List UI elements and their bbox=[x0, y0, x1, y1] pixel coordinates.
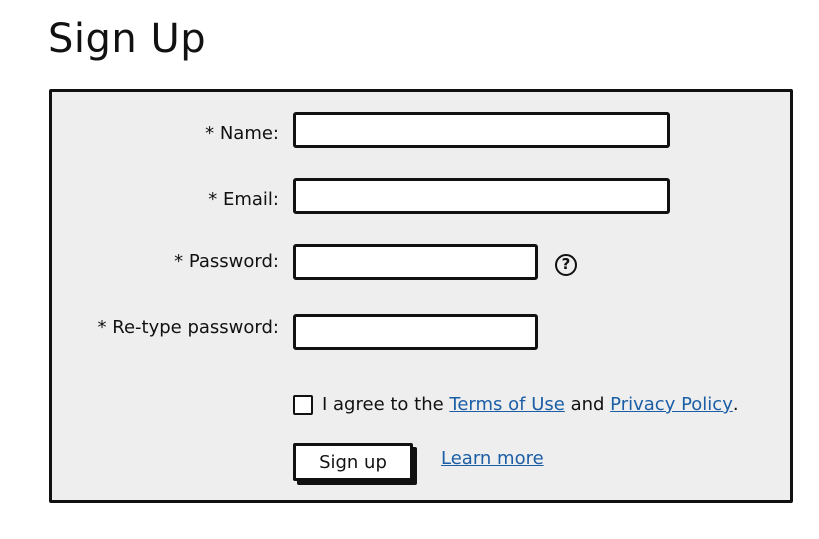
agree-text-suffix: . bbox=[732, 394, 739, 415]
page-title: Sign Up bbox=[48, 16, 207, 62]
agree-text-prefix: I agree to the bbox=[322, 394, 450, 415]
sign-up-button[interactable]: Sign up bbox=[293, 443, 413, 481]
agree-text-middle: and bbox=[564, 394, 611, 415]
retype-password-input[interactable] bbox=[293, 314, 538, 350]
name-input[interactable] bbox=[293, 112, 670, 148]
signup-form-panel bbox=[49, 89, 793, 503]
learn-more-link[interactable]: Learn more bbox=[441, 448, 544, 469]
question-circle-icon[interactable]: ? bbox=[555, 254, 577, 276]
password-label: * Password: bbox=[174, 251, 279, 272]
password-input[interactable] bbox=[293, 244, 538, 280]
email-label: * Email: bbox=[208, 189, 279, 210]
agree-checkbox[interactable] bbox=[293, 394, 313, 415]
name-label: * Name: bbox=[205, 123, 279, 144]
terms-of-use-link[interactable]: Terms of Use bbox=[449, 394, 564, 415]
retype-password-label: * Re-type password: bbox=[97, 317, 279, 338]
email-input[interactable] bbox=[293, 178, 670, 214]
privacy-policy-link[interactable]: Privacy Policy bbox=[610, 394, 733, 415]
agree-row: I agree to the Terms of Use and Privacy … bbox=[293, 394, 739, 415]
